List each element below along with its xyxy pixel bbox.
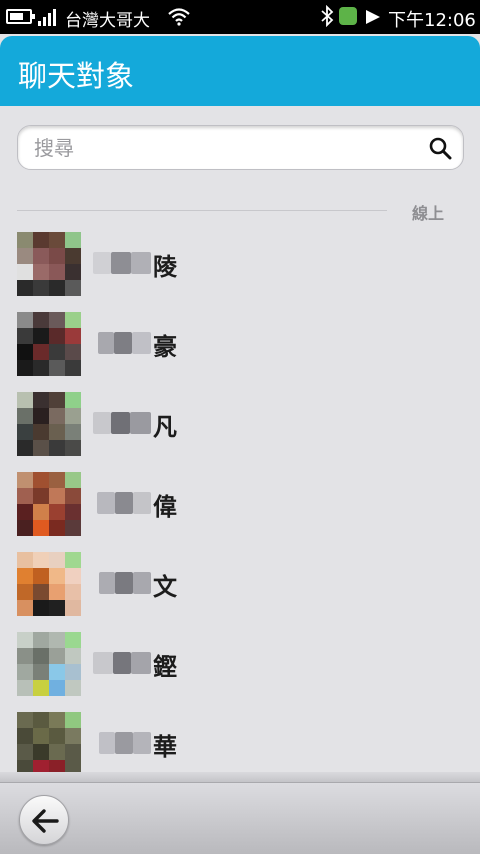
contact-item[interactable]: 偉: [0, 470, 480, 542]
avatar: [17, 712, 81, 776]
list-fade: [0, 772, 480, 782]
contact-name-char: 凡: [153, 413, 177, 441]
app-header: 聊天對象: [0, 36, 480, 106]
back-button[interactable]: [19, 795, 69, 845]
contact-item[interactable]: 豪: [0, 310, 480, 382]
status-bar: 台灣大哥大 下午12:06: [0, 0, 480, 34]
search-box[interactable]: [17, 125, 464, 170]
avatar: [17, 552, 81, 616]
page-title: 聊天對象: [18, 59, 135, 93]
app-notification-icon: [339, 7, 357, 25]
search-icon[interactable]: [428, 136, 452, 160]
contact-name-char: 陵: [153, 253, 177, 281]
search-input[interactable]: [18, 126, 398, 169]
avatar: [17, 392, 81, 456]
redacted-name: [93, 252, 151, 274]
contact-name-char: 偉: [153, 493, 177, 521]
status-time: 下午12:06: [388, 10, 476, 31]
redacted-name: [93, 732, 151, 754]
redacted-name: [93, 492, 151, 514]
contact-item[interactable]: 陵: [0, 230, 480, 302]
redacted-name: [93, 652, 151, 674]
back-arrow-icon: [32, 809, 59, 833]
redacted-name: [93, 572, 151, 594]
redacted-name: [93, 332, 151, 354]
avatar: [17, 632, 81, 696]
battery-icon: [6, 9, 35, 24]
contact-item[interactable]: 鏗: [0, 630, 480, 702]
wifi-icon: [168, 8, 190, 26]
contact-name-char: 豪: [153, 333, 177, 361]
avatar: [17, 232, 81, 296]
bottom-toolbar: [0, 782, 480, 854]
contact-name-char: 鏗: [153, 653, 177, 681]
contact-item[interactable]: 文: [0, 550, 480, 622]
sync-icon: [366, 10, 380, 24]
section-divider: [17, 210, 387, 211]
bluetooth-icon: [321, 5, 334, 27]
section-label-online: 線上: [412, 204, 445, 223]
contact-name-char: 文: [153, 573, 177, 601]
carrier-name: 台灣大哥大: [65, 11, 150, 31]
avatar: [17, 472, 81, 536]
redacted-name: [93, 412, 151, 434]
avatar: [17, 312, 81, 376]
contact-item[interactable]: 凡: [0, 390, 480, 462]
signal-icon: [38, 9, 58, 26]
contact-name-char: 華: [153, 733, 177, 761]
